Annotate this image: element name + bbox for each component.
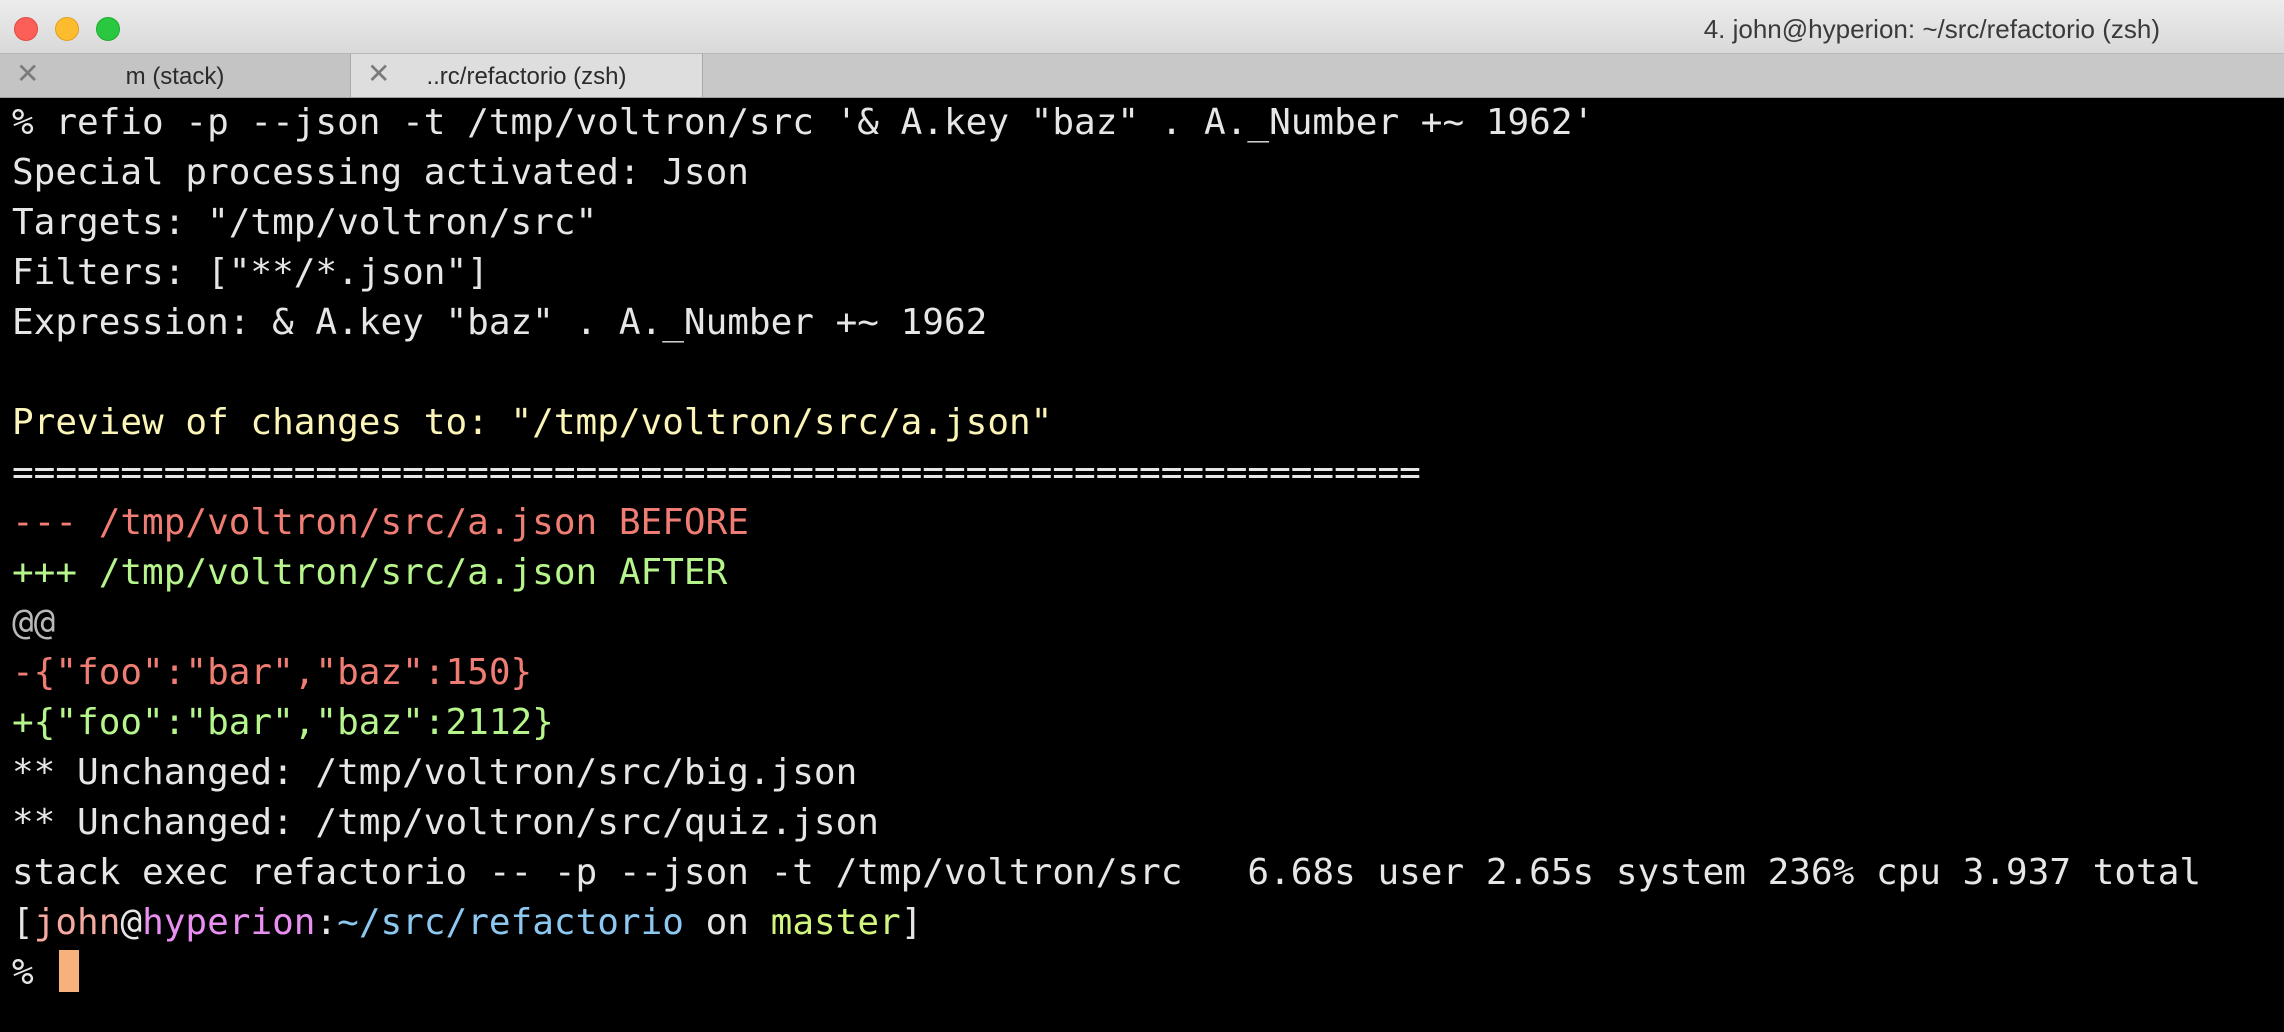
- input-prompt: %: [12, 952, 56, 993]
- prompt-path: ~/src/refactorio: [337, 902, 684, 943]
- output-line: Special processing activated: Json: [12, 152, 749, 193]
- unchanged-line: ** Unchanged: /tmp/voltron/src/quiz.json: [12, 802, 879, 843]
- terminal-output[interactable]: % refio -p --json -t /tmp/voltron/src '&…: [0, 98, 2284, 1032]
- tab-refactorio[interactable]: ✕ ..rc/refactorio (zsh): [351, 54, 703, 97]
- diff-hunk-marker: @@: [12, 602, 56, 643]
- title-bar[interactable]: 4. john@hyperion: ~/src/refactorio (zsh): [0, 0, 2284, 54]
- diff-removed-line: -{"foo":"bar","baz":150}: [12, 652, 533, 693]
- zoom-window-button[interactable]: [96, 17, 120, 41]
- separator-line: ========================================…: [12, 452, 1421, 493]
- prompt-bracket: [: [12, 902, 34, 943]
- text-cursor: [59, 950, 80, 992]
- tab-bar: ✕ m (stack) ✕ ..rc/refactorio (zsh): [0, 54, 2284, 98]
- minimize-window-button[interactable]: [55, 17, 79, 41]
- prompt-branch: master: [770, 902, 901, 943]
- diff-added-line: +{"foo":"bar","baz":2112}: [12, 702, 554, 743]
- tab-label: m (stack): [125, 63, 225, 90]
- prompt-host: hyperion: [142, 902, 316, 943]
- close-window-button[interactable]: [14, 17, 38, 41]
- window-title: 4. john@hyperion: ~/src/refactorio (zsh): [1703, 14, 2160, 44]
- diff-before-header: --- /tmp/voltron/src/a.json BEFORE: [12, 502, 749, 543]
- preview-header: Preview of changes to: "/tmp/voltron/src…: [12, 402, 1053, 443]
- prompt-on: on: [683, 902, 771, 943]
- output-line: Filters: ["**/*.json"]: [12, 252, 489, 293]
- prompt-at: @: [120, 902, 143, 943]
- tab-label: ..rc/refactorio (zsh): [426, 63, 627, 90]
- diff-after-header: +++ /tmp/voltron/src/a.json AFTER: [12, 552, 728, 593]
- timing-line: stack exec refactorio -- -p --json -t /t…: [12, 852, 2202, 893]
- prompt-bracket: ]: [900, 902, 923, 943]
- unchanged-line: ** Unchanged: /tmp/voltron/src/big.json: [12, 752, 858, 793]
- shell-prompt: [john@hyperion:~/src/refactorio on maste…: [12, 898, 922, 948]
- tab-stack[interactable]: ✕ m (stack): [0, 54, 351, 97]
- output-line: Expression: & A.key "baz" . A._Number +~…: [12, 302, 988, 343]
- input-line[interactable]: %: [12, 948, 80, 998]
- terminal-window: 4. john@hyperion: ~/src/refactorio (zsh)…: [0, 0, 2284, 1032]
- output-line: Targets: "/tmp/voltron/src": [12, 202, 598, 243]
- command-line: % refio -p --json -t /tmp/voltron/src '&…: [12, 102, 1595, 143]
- prompt-user: john: [33, 902, 121, 943]
- prompt-colon: :: [315, 902, 338, 943]
